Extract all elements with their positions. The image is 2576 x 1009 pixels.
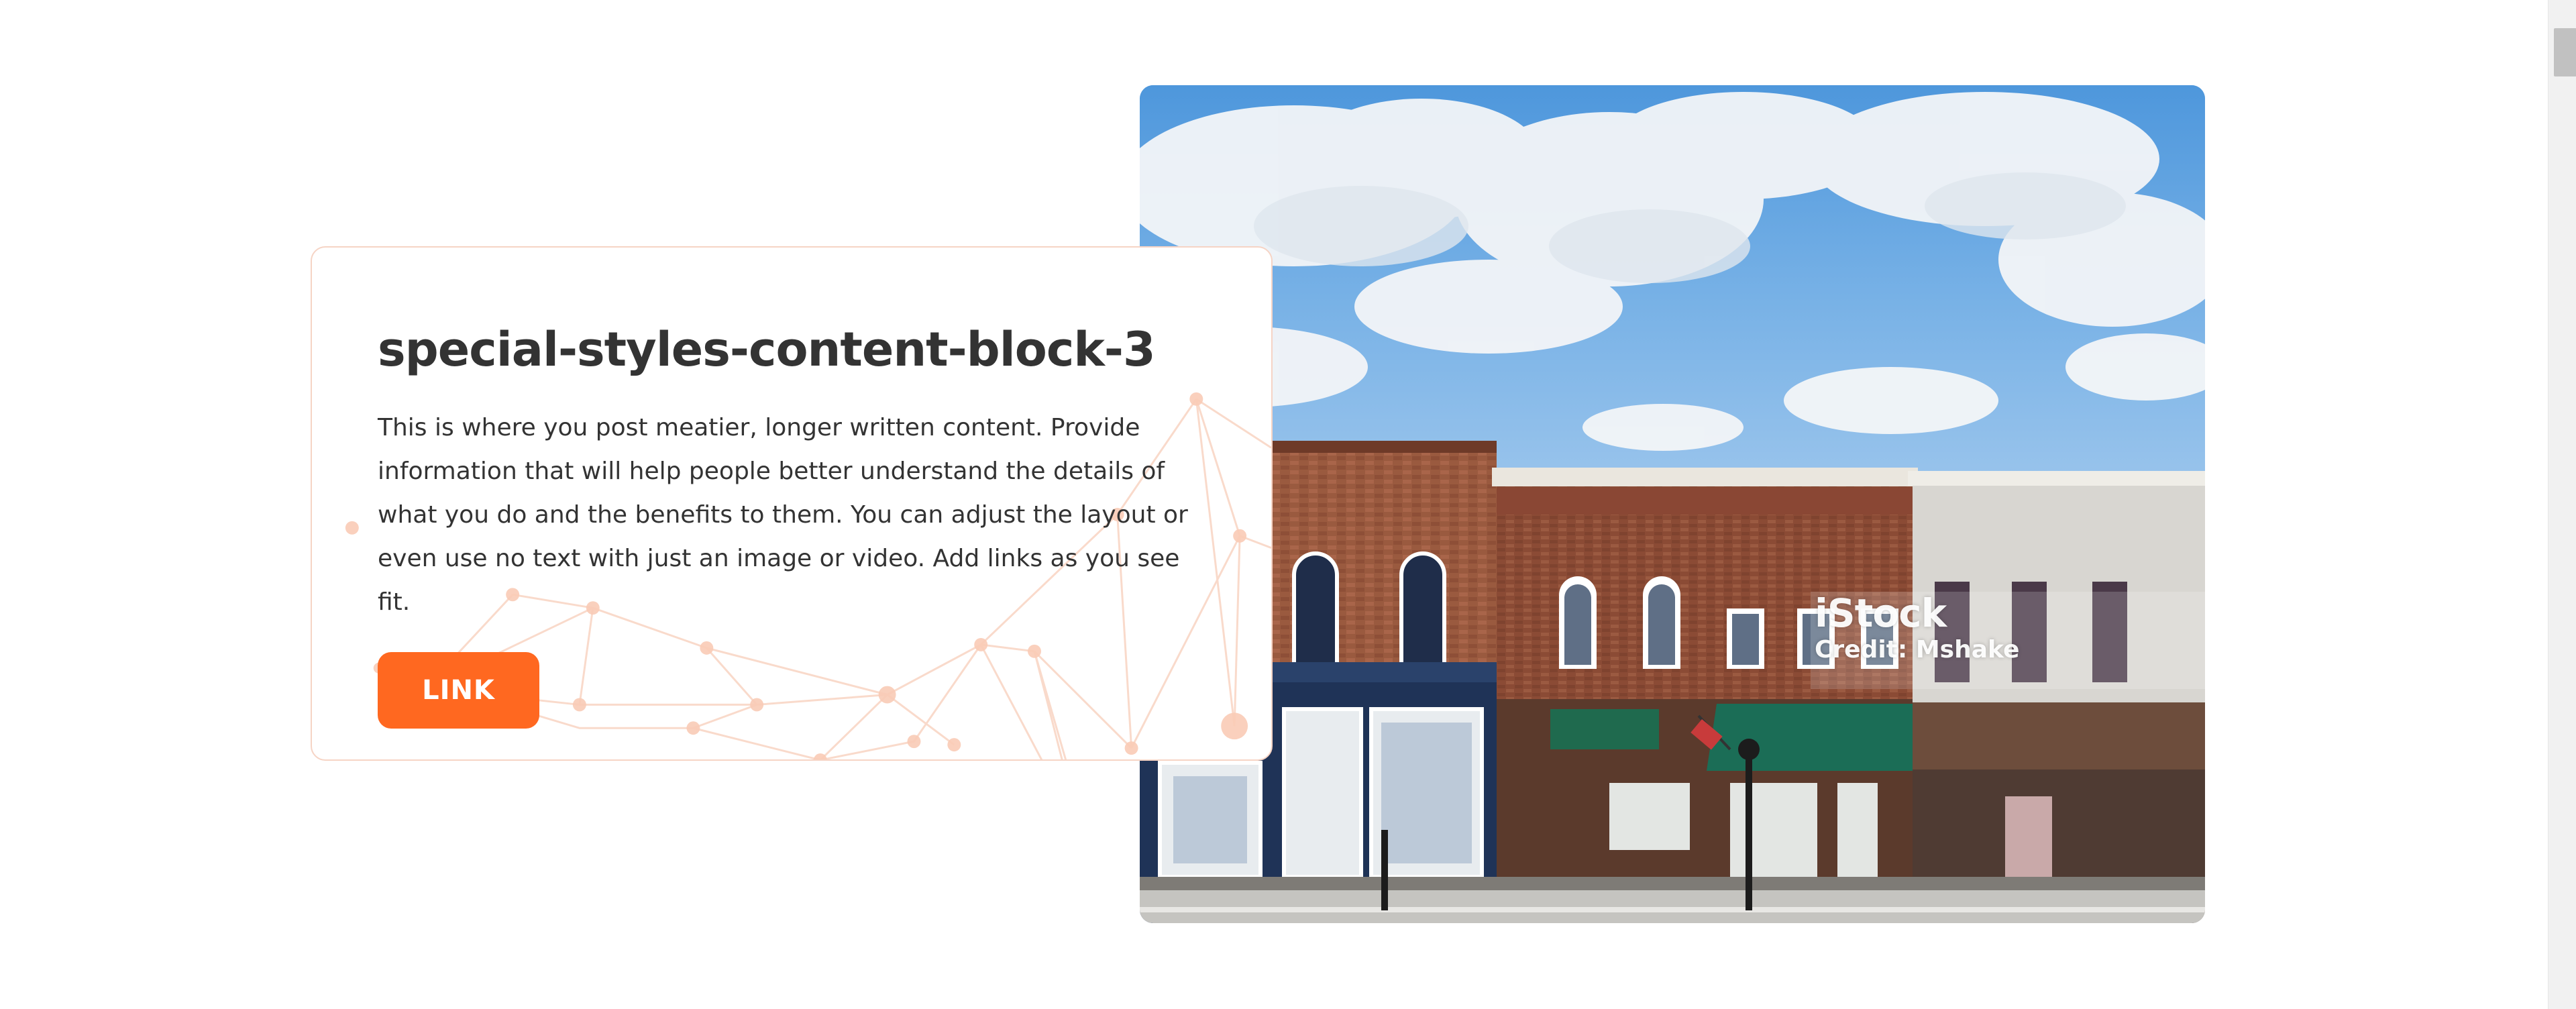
storefront-photo: iStock Credit: Mshake bbox=[1140, 85, 2205, 923]
content-block-description: This is where you post meatier, longer w… bbox=[378, 414, 1188, 616]
scrollbar-thumb[interactable] bbox=[2554, 28, 2576, 76]
content-card: special-styles-content-block-3 This is w… bbox=[311, 246, 1273, 761]
content-card-body: special-styles-content-block-3 This is w… bbox=[378, 321, 1231, 729]
image-watermark: iStock Credit: Mshake bbox=[1815, 594, 2019, 663]
photo-illustration bbox=[1140, 85, 2205, 923]
vertical-scrollbar[interactable] bbox=[2548, 0, 2576, 1009]
watermark-brand: iStock bbox=[1815, 590, 1947, 636]
watermark-credit: Credit: Mshake bbox=[1815, 636, 2020, 663]
content-block-title: special-styles-content-block-3 bbox=[378, 322, 1156, 377]
link-button[interactable]: LINK bbox=[378, 652, 539, 729]
